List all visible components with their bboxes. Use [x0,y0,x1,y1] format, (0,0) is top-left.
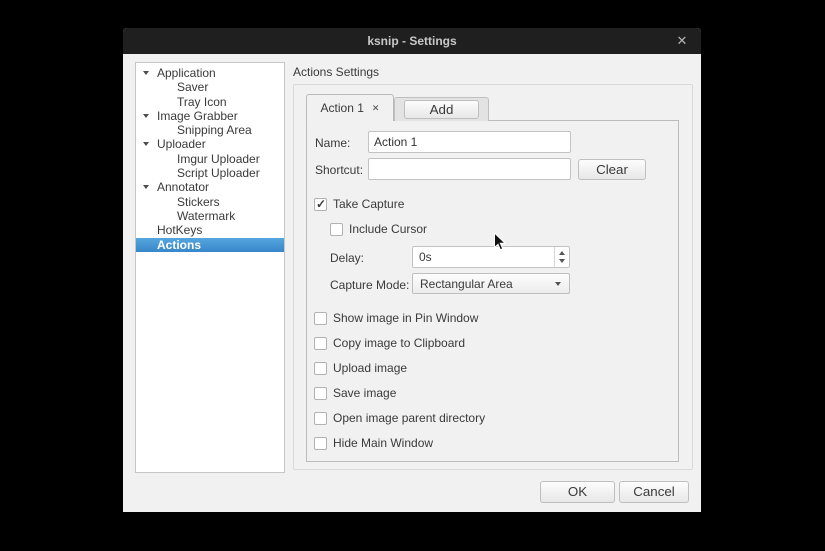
close-icon[interactable]: ✕ [673,32,691,50]
option-label: Open image parent directory [333,411,486,425]
option-checkbox-hide-main-window[interactable]: Hide Main Window [314,437,485,450]
expander-down-icon[interactable] [143,142,149,147]
option-checkbox-copy-image-to-clipboard[interactable]: Copy image to Clipboard [314,337,485,350]
checkbox-icon[interactable] [314,337,327,350]
options-list: Show image in Pin Window Copy image to Cl… [314,312,485,462]
name-label: Name: [315,136,351,150]
option-label: Save image [333,386,397,400]
chevron-down-icon [555,282,561,286]
settings-window: ksnip - Settings ✕ Application Saver Tray … [123,28,701,512]
spin-down-icon[interactable] [559,259,565,263]
titlebar[interactable]: ksnip - Settings ✕ [123,28,701,54]
tab-action-1[interactable]: Action 1 ✕ [306,94,394,121]
checkbox-icon[interactable] [314,387,327,400]
sidebar-item-actions[interactable]: Actions [136,237,284,252]
option-label: Hide Main Window [333,436,434,450]
shortcut-label: Shortcut: [315,163,364,177]
sidebar-item-label: Script Uploader [177,166,260,181]
settings-tree[interactable]: Application Saver Tray Icon Image Grabber Sn… [135,62,285,473]
sidebar-item-watermark[interactable]: Watermark [136,209,284,223]
window-title: ksnip - Settings [367,34,457,48]
sidebar-item-snipping-area[interactable]: Snipping Area [136,123,284,137]
option-checkbox-show-image-in-pin-window[interactable]: Show image in Pin Window [314,312,485,325]
sidebar-item-imgur-uploader[interactable]: Imgur Uploader [136,152,284,166]
tab-label: Action 1 [320,101,364,115]
sidebar-item-annotator[interactable]: Annotator [136,180,284,194]
checkbox-icon[interactable] [314,312,327,325]
checkbox-icon[interactable] [314,198,327,211]
sidebar-item-label: Image Grabber [157,108,238,123]
sidebar-item-label: Application [157,66,216,80]
sidebar-item-label: Imgur Uploader [177,151,260,166]
sidebar-item-label: HotKeys [157,223,203,238]
include-cursor-checkbox[interactable]: Include Cursor [330,223,427,236]
option-checkbox-upload-image[interactable]: Upload image [314,362,485,375]
mouse-cursor [494,232,506,251]
take-capture-checkbox[interactable]: Take Capture [314,198,404,211]
sidebar-item-tray-icon[interactable]: Tray Icon [136,95,284,109]
delay-value: 0s [419,250,432,264]
capture-mode-label: Capture Mode: [330,278,410,292]
sidebar-item-label: Uploader [157,137,206,152]
sidebar-item-label: Actions [157,237,202,252]
delay-label: Delay: [330,251,365,265]
option-checkbox-open-image-parent-directory[interactable]: Open image parent directory [314,412,485,425]
option-label: Copy image to Clipboard [333,336,466,350]
option-checkbox-save-image[interactable]: Save image [314,387,485,400]
sidebar-item-hotkeys[interactable]: HotKeys [136,223,284,237]
add-action-button[interactable]: Add [404,100,479,119]
option-label: Show image in Pin Window [333,311,479,325]
sidebar-item-label: Stickers [177,194,220,209]
sidebar-item-label: Snipping Area [177,123,252,138]
checkbox-icon[interactable] [330,223,343,236]
capture-mode-value: Rectangular Area [420,277,513,291]
expander-down-icon[interactable] [143,113,149,118]
sidebar-item-label: Annotator [157,180,210,195]
sidebar-item-application[interactable]: Application [136,66,284,80]
sidebar-item-label: Saver [177,80,209,95]
sidebar-item-image-grabber[interactable]: Image Grabber [136,109,284,123]
include-cursor-label: Include Cursor [349,222,428,236]
option-label: Upload image [333,361,408,375]
take-capture-label: Take Capture [333,197,405,211]
expander-down-icon[interactable] [143,185,149,190]
sidebar-item-label: Tray Icon [177,94,227,109]
clear-shortcut-button[interactable]: Clear [578,159,646,180]
delay-spinner[interactable]: 0s [412,246,570,268]
capture-mode-select[interactable]: Rectangular Area [412,273,570,294]
spin-up-icon[interactable] [559,251,565,255]
sidebar-item-script-uploader[interactable]: Script Uploader [136,166,284,180]
expander-down-icon[interactable] [143,71,149,75]
checkbox-icon[interactable] [314,437,327,450]
sidebar-item-uploader[interactable]: Uploader [136,137,284,151]
checkbox-icon[interactable] [314,412,327,425]
shortcut-input[interactable] [368,158,571,180]
name-input[interactable] [368,131,571,153]
sidebar-item-stickers[interactable]: Stickers [136,195,284,209]
sidebar-item-label: Watermark [177,208,236,223]
cancel-button[interactable]: Cancel [619,481,689,503]
checkbox-icon[interactable] [314,362,327,375]
sidebar-item-saver[interactable]: Saver [136,80,284,94]
ok-button[interactable]: OK [540,481,615,503]
page-title: Actions Settings [293,65,380,79]
tab-close-icon[interactable]: ✕ [372,103,380,113]
